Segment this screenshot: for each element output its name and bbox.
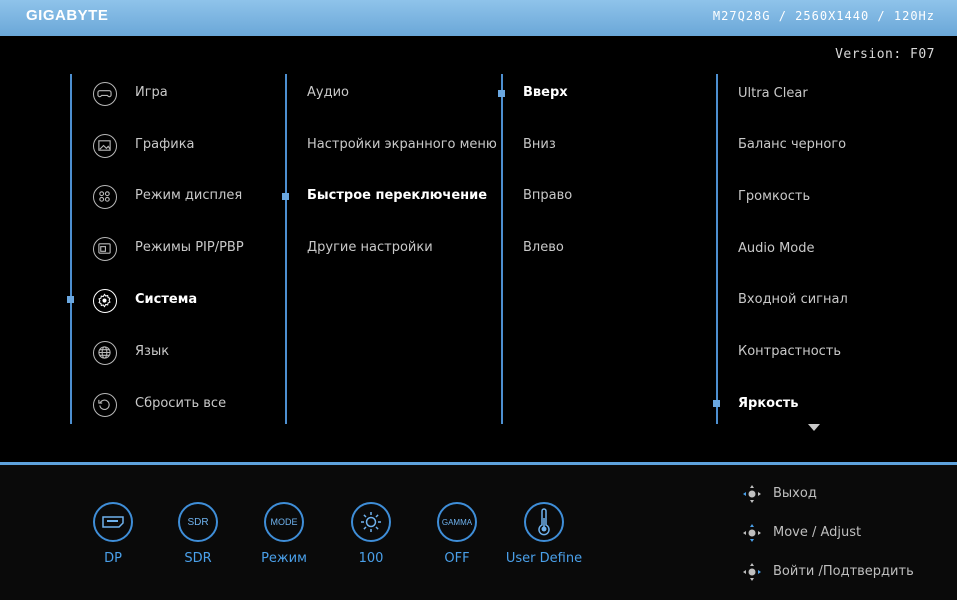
direction-item-left[interactable]: Влево (523, 240, 564, 256)
direction-item-down[interactable]: Вниз (523, 137, 556, 153)
menu-item-reset-all[interactable]: Сбросить все (135, 396, 226, 412)
main-menu-selection-marker (67, 296, 74, 303)
status-color-temp-label: User Define (505, 551, 583, 566)
mode-icon: MODE (264, 502, 304, 542)
gamma-icon: GAMMA (437, 502, 477, 542)
submenu-item-audio[interactable]: Аудио (307, 85, 349, 101)
gear-icon (93, 289, 117, 313)
menu-item-graphics[interactable]: Графика (135, 137, 195, 153)
options-column (716, 74, 718, 424)
submenu-column (285, 74, 287, 424)
nav-hint-move-adjust-label: Move / Adjust (773, 525, 862, 540)
option-item-brightness[interactable]: Яркость (738, 396, 799, 412)
model-info: M27Q28G / 2560X1440 / 120Hz (712, 9, 935, 23)
direction-column (501, 74, 503, 424)
option-item-audio-mode[interactable]: Audio Mode (738, 241, 815, 257)
menu-item-language[interactable]: Язык (135, 344, 169, 360)
submenu-selection-marker (282, 193, 289, 200)
scroll-down-arrow-icon[interactable] (808, 424, 820, 431)
header-bar: GIGABYTE M27Q28G / 2560X1440 / 120Hz (0, 0, 957, 36)
status-input-label: DP (104, 551, 122, 566)
gamepad-icon (93, 82, 117, 106)
reset-icon (93, 393, 117, 417)
nav-hint-enter-confirm: Войти /Подтвердить (742, 562, 942, 582)
joystick-press-icon (743, 563, 761, 581)
menu-item-system[interactable]: Система (135, 292, 197, 308)
option-item-ultra-clear[interactable]: Ultra Clear (738, 86, 808, 102)
direction-item-up[interactable]: Вверх (523, 85, 568, 101)
submenu-item-quick-switch[interactable]: Быстрое переключение (307, 188, 487, 204)
joystick-move-icon (743, 524, 761, 542)
input-port-icon (93, 502, 133, 542)
picture-icon (93, 134, 117, 158)
main-menu-column (70, 74, 72, 424)
brand-logo: GIGABYTE (26, 7, 109, 24)
brightness-icon (351, 502, 391, 542)
nav-hint-enter-confirm-label: Войти /Подтвердить (773, 564, 914, 579)
status-mode-label: Режим (261, 551, 307, 566)
submenu-item-osd-settings[interactable]: Настройки экранного меню (307, 137, 497, 153)
option-item-black-equalizer[interactable]: Баланс черного (738, 137, 846, 153)
direction-selection-marker (498, 90, 505, 97)
option-item-volume[interactable]: Громкость (738, 189, 810, 205)
menu-item-pip-pbp[interactable]: Режимы PIP/PBP (135, 240, 244, 256)
pip-icon (93, 237, 117, 261)
status-sdr-label: SDR (184, 551, 212, 566)
status-gamma-label: OFF (444, 551, 470, 566)
nav-hint-exit-label: Выход (773, 486, 817, 501)
status-brightness-label: 100 (358, 551, 384, 566)
menu-item-game[interactable]: Игра (135, 85, 168, 101)
version-label: Version: F07 (835, 47, 935, 62)
thermometer-icon (524, 502, 564, 542)
options-selection-marker (713, 400, 720, 407)
nav-hint-move-adjust: Move / Adjust (742, 523, 942, 543)
joystick-left-icon (743, 485, 761, 503)
option-item-contrast[interactable]: Контрастность (738, 344, 841, 360)
sdr-icon: SDR (178, 502, 218, 542)
direction-item-right[interactable]: Вправо (523, 188, 572, 204)
submenu-item-other-settings[interactable]: Другие настройки (307, 240, 433, 256)
globe-icon (93, 341, 117, 365)
menu-item-display-mode[interactable]: Режим дисплея (135, 188, 242, 204)
display-mode-icon (93, 185, 117, 209)
nav-hint-exit: Выход (742, 484, 942, 504)
option-item-input-signal[interactable]: Входной сигнал (738, 292, 848, 308)
